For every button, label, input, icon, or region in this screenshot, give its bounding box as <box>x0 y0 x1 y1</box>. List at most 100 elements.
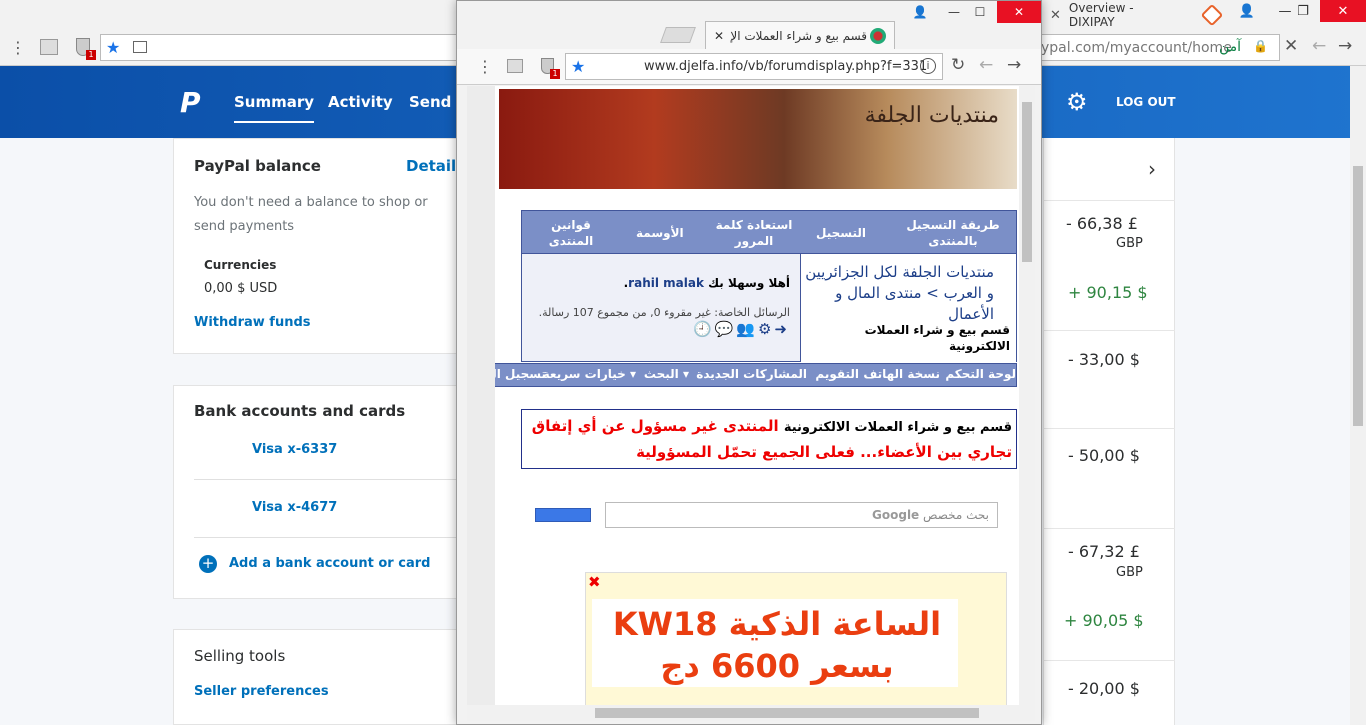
add-icon[interactable]: + <box>199 555 217 573</box>
background-tab[interactable]: ✕ Overview - DIXIPAY <box>1040 1 1224 29</box>
info-icon[interactable]: i <box>920 58 936 74</box>
nav-summary[interactable]: Summary <box>234 93 315 123</box>
scrollbar-thumb[interactable] <box>1022 102 1032 262</box>
menu-logout[interactable]: تسجيل الخروج <box>495 367 546 381</box>
nav-recover-password[interactable]: استعادة كلمة المرور <box>712 211 796 255</box>
page-scrollbar[interactable] <box>1350 66 1366 725</box>
card-visa-4677[interactable]: Visa x-4677 <box>252 500 337 515</box>
menu-mobile[interactable]: نسخة الهاتف <box>863 367 940 381</box>
page-icon <box>133 41 147 53</box>
transaction-amount[interactable]: + 90,15 $ <box>1068 283 1148 302</box>
menu-control-panel[interactable]: لوحة التحكم <box>945 367 1016 381</box>
forward-arrow-icon[interactable]: → <box>1007 55 1021 75</box>
menu-search[interactable]: البحث ▾ <box>644 367 689 381</box>
paypal-balance-card: PayPal balance Details You don't need a … <box>173 138 465 354</box>
menu-new-posts[interactable]: المشاركات الجديدة <box>696 367 807 381</box>
chevron-right-icon[interactable]: › <box>1148 157 1156 181</box>
extension-icon[interactable] <box>507 59 523 73</box>
forum-info-box: منتديات الجلفة لكل الجزائريين و العرب > … <box>521 254 1017 362</box>
new-tab-button[interactable] <box>660 27 696 43</box>
paypal-logo-icon[interactable]: P <box>180 86 208 119</box>
tab-close-icon[interactable]: ✕ <box>714 29 724 43</box>
tab-title: قسم بيع و شراء العملات الإ <box>730 28 868 43</box>
back-arrow-icon[interactable]: ← <box>979 55 993 75</box>
forum-banner[interactable]: منتديات الجلفة <box>499 89 1017 189</box>
djelfa-tab[interactable]: قسم بيع و شراء العملات الإ ✕ <box>705 21 895 49</box>
popup-horizontal-scrollbar[interactable] <box>467 705 1035 721</box>
menu-icon[interactable]: ⋮ <box>10 38 26 57</box>
forum-notice: قسم بيع و شراء العملات الالكترونية المنت… <box>521 409 1017 469</box>
seller-preferences-link[interactable]: Seller preferences <box>194 684 329 699</box>
private-messages-info[interactable]: الرسائل الخاصة: غير مقروء 0, من مجموع 10… <box>539 306 790 319</box>
selling-title: Selling tools <box>194 647 286 665</box>
divider <box>1043 660 1175 661</box>
address-url: www.djelfa.info/vb/forumdisplay.php?f=33… <box>644 59 928 74</box>
close-window-button[interactable]: ✕ <box>1320 0 1366 22</box>
transaction-amount[interactable]: - 67,32 £ <box>1068 542 1140 561</box>
menu-icon[interactable]: ⋮ <box>477 57 493 76</box>
stop-icon[interactable]: ✕ <box>1284 36 1298 56</box>
profile-button[interactable]: 👤 <box>1228 0 1266 22</box>
address-url: ypal.com/myaccount/home <box>1041 40 1232 56</box>
popup-browser-window: 👤 — ☐ ✕ قسم بيع و شراء العملات الإ ✕ ⋮ 1… <box>456 0 1042 725</box>
settings-gear-icon[interactable]: ⚙ <box>1066 88 1088 116</box>
divider <box>194 479 456 480</box>
tab-close-icon[interactable]: ✕ <box>1050 8 1061 23</box>
balance-title: PayPal balance <box>194 157 321 175</box>
search-placeholder: بحث مخصص <box>923 508 989 522</box>
divider <box>1043 528 1175 529</box>
scrollbar-thumb[interactable] <box>1353 166 1363 426</box>
ad-close-icon[interactable]: ✖ <box>588 573 601 591</box>
breadcrumb[interactable]: منتديات الجلفة لكل الجزائريين و العرب > … <box>794 262 994 325</box>
extension-icon[interactable] <box>40 39 58 55</box>
nav-registration-method[interactable]: طريقة التسجيل بالمنتدى <box>890 211 1016 255</box>
user-action-icons[interactable]: 🕘💬👥⚙➜ <box>693 320 790 338</box>
nav-activity[interactable]: Activity <box>328 93 393 111</box>
bookmark-star-icon[interactable]: ★ <box>571 57 585 76</box>
welcome-text: أهلا وسهلا بك rahil malak. <box>623 276 790 290</box>
transaction-amount[interactable]: - 20,00 $ <box>1068 679 1140 698</box>
tab-title: Overview - DIXIPAY <box>1068 1 1134 29</box>
restore-button[interactable]: ❐ <box>1284 0 1322 22</box>
forward-arrow-icon[interactable]: ← <box>1312 36 1326 56</box>
card-visa-6337[interactable]: Visa x-6337 <box>252 442 337 457</box>
transaction-amount[interactable]: - 50,00 $ <box>1068 446 1140 465</box>
menu-quick-options[interactable]: خيارات سريعة ▾ <box>543 367 636 381</box>
maximize-button[interactable]: ☐ <box>963 1 997 23</box>
add-bank-link[interactable]: Add a bank account or card <box>229 556 430 571</box>
menu-calendar[interactable]: التقويم <box>815 367 859 381</box>
currencies-label: Currencies <box>204 258 277 272</box>
address-bar[interactable]: ★ www.djelfa.info/vb/forumdisplay.php?f=… <box>565 53 943 80</box>
transaction-currency: GBP <box>1116 236 1143 251</box>
notice-forum-name: قسم بيع و شراء العملات الالكترونية <box>783 420 1012 435</box>
withdraw-funds-link[interactable]: Withdraw funds <box>194 315 311 330</box>
logout-link[interactable]: LOG OUT <box>1116 95 1176 109</box>
extension-badge: 1 <box>86 50 96 60</box>
forum-top-nav: طريقة التسجيل بالمنتدى التسجيل استعادة ك… <box>521 210 1017 254</box>
page-gutter <box>467 86 495 706</box>
nav-forum-rules[interactable]: قوانين المنتدى <box>528 211 614 255</box>
advertisement[interactable]: ✖ الساعة الذكية KW18 بسعر 6600 دج <box>585 572 1007 706</box>
search-button[interactable] <box>535 508 591 522</box>
custom-search-input[interactable]: بحث مخصص Google <box>605 502 998 528</box>
nav-medals[interactable]: الأوسمة <box>636 211 688 255</box>
nav-register[interactable]: التسجيل <box>816 211 872 255</box>
bookmark-star-icon[interactable]: ★ <box>106 38 120 57</box>
transaction-amount[interactable]: + 90,05 $ <box>1064 611 1144 630</box>
lock-icon: 🔒 <box>1253 39 1268 53</box>
balance-description: You don't need a balance to shop or send… <box>194 195 428 234</box>
reload-icon[interactable]: ↻ <box>951 55 965 75</box>
google-label: Google <box>872 508 920 522</box>
transaction-amount[interactable]: - 66,38 £ <box>1066 214 1138 233</box>
transaction-amount[interactable]: - 33,00 $ <box>1068 350 1140 369</box>
back-arrow-icon[interactable]: → <box>1338 36 1352 56</box>
bank-accounts-card: Bank accounts and cards Visa x-6337 Visa… <box>173 385 463 599</box>
ad-text-box: الساعة الذكية KW18 بسعر 6600 دج <box>592 599 958 687</box>
username-link[interactable]: rahil malak <box>628 276 704 290</box>
close-window-button[interactable]: ✕ <box>997 1 1041 23</box>
popup-vertical-scrollbar[interactable] <box>1019 86 1035 706</box>
forum-menu-bar: لوحة التحكم نسخة الهاتف التقويم المشاركا… <box>495 363 1017 387</box>
djelfa-page: منتديات الجلفة طريقة التسجيل بالمنتدى ال… <box>495 86 1019 706</box>
profile-button[interactable]: 👤 <box>903 1 937 23</box>
scrollbar-thumb[interactable] <box>595 708 979 718</box>
